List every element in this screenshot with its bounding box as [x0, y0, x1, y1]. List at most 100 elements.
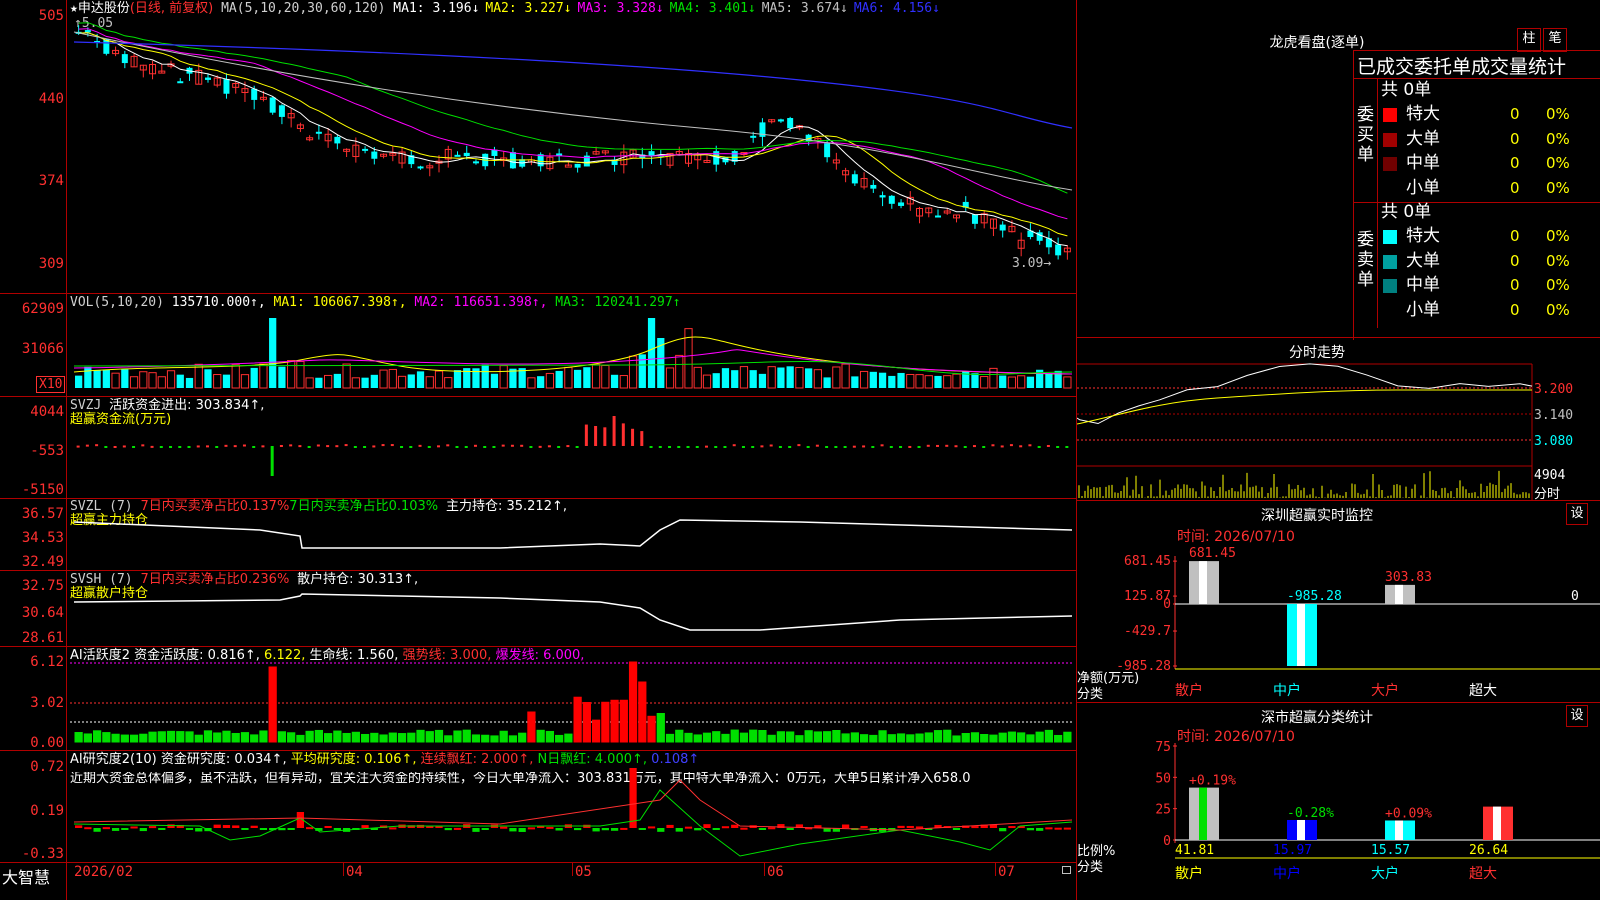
candle-body — [935, 215, 942, 218]
candle-body — [177, 81, 184, 84]
activity-bar — [841, 733, 850, 743]
volume-bar — [758, 373, 767, 388]
activity-bar — [989, 734, 998, 743]
research-bar — [259, 828, 268, 830]
flow-bar — [889, 446, 893, 448]
volume-bar — [434, 370, 444, 389]
main-holding-line — [73, 519, 1073, 549]
research-bar — [647, 826, 656, 829]
volume-bar — [204, 369, 212, 388]
flow-bar — [945, 444, 949, 447]
value-label: 303.83 — [1385, 570, 1432, 585]
activity-bar — [379, 734, 388, 743]
activity-bar — [896, 733, 906, 743]
flow-bar — [1037, 446, 1041, 448]
activity-bar — [499, 730, 508, 743]
research-bar — [185, 828, 194, 830]
activity-bar — [250, 734, 259, 743]
order-percent: 0% — [1546, 178, 1570, 197]
volume-bar — [129, 376, 139, 389]
research-bar — [111, 828, 120, 831]
volume-bar — [453, 370, 462, 388]
flow-bar — [843, 446, 847, 448]
activity-bar — [407, 732, 416, 743]
volume-bar — [324, 374, 333, 389]
activity-bar — [111, 733, 120, 743]
order-count: 0 — [1510, 227, 1520, 245]
flow-bar — [316, 444, 320, 447]
activity-bar — [194, 734, 203, 743]
column-view-button[interactable]: 柱 — [1517, 28, 1541, 52]
flow-bar — [991, 444, 995, 447]
activity-bar — [508, 735, 518, 743]
flow-bar — [631, 428, 635, 446]
flow-bar — [594, 426, 598, 446]
activity-bar — [259, 730, 268, 743]
change-label: +0.09% — [1385, 806, 1432, 821]
volume-bar — [878, 372, 887, 388]
flow-bar — [196, 445, 200, 448]
candle-body — [371, 151, 378, 159]
flow-bar — [95, 444, 99, 447]
ratio-bar-highlight — [1493, 806, 1501, 840]
volume-bar — [564, 366, 573, 389]
intraday-panel[interactable]: 分时走势 3.200 3.140 3.080 4904 分时 — [1077, 338, 1600, 502]
research-bar — [232, 825, 240, 828]
research-bar — [786, 828, 794, 830]
activity-bar — [887, 734, 896, 743]
activity-bar — [157, 731, 166, 743]
activity-bar — [628, 661, 638, 743]
flow-bar — [104, 446, 108, 448]
category-label: 中户 — [1273, 865, 1301, 882]
flow-bar — [464, 446, 468, 448]
activity-bar — [453, 730, 462, 743]
activity-bar — [647, 715, 656, 743]
flow-bar — [224, 444, 228, 447]
tick-view-button[interactable]: 笔 — [1543, 28, 1567, 52]
research-bar — [712, 828, 720, 830]
activity-bar — [739, 732, 749, 743]
flow-bar — [169, 446, 173, 448]
y-tick: 0 — [1163, 597, 1171, 612]
volume-bar — [934, 375, 942, 388]
activity-bar — [185, 731, 194, 743]
flow-bar — [1019, 445, 1023, 448]
value-label: 26.64 — [1469, 843, 1508, 858]
volume-bar — [721, 368, 730, 388]
value-label: 681.45 — [1189, 546, 1236, 561]
net-amount-bar-highlight — [1199, 561, 1207, 604]
activity-bar — [481, 734, 490, 743]
flow-bar — [963, 446, 967, 448]
order-percent: 0% — [1546, 154, 1570, 172]
activity-bar — [490, 735, 499, 743]
candle-body — [362, 148, 369, 151]
volume-bar — [841, 363, 850, 389]
activity-bar — [850, 732, 859, 743]
volume-bar — [574, 369, 582, 388]
activity-bar — [518, 732, 527, 743]
activity-bar — [859, 734, 869, 743]
candle-body — [269, 97, 276, 113]
flow-bar — [363, 446, 367, 448]
activity-bar — [222, 730, 231, 743]
activity-bar — [933, 730, 943, 743]
research-bar — [841, 824, 850, 828]
flow-bar — [178, 446, 182, 448]
research-line — [73, 779, 1073, 831]
ma-line — [78, 22, 1068, 194]
activity-bar — [1026, 734, 1035, 743]
volume-bar — [583, 367, 591, 388]
research-bar — [222, 825, 231, 828]
volume-bar — [915, 374, 924, 389]
research-bar — [1036, 828, 1044, 831]
research-bar — [509, 828, 517, 832]
flow-bar — [446, 444, 450, 447]
flow-bar — [769, 444, 773, 447]
research-bar — [1008, 826, 1016, 829]
y-tick: 50 — [1155, 771, 1171, 786]
volume-bar — [222, 374, 231, 388]
order-size-label: 大单 — [1406, 250, 1440, 271]
y-tick: 681.45 — [1124, 554, 1171, 569]
kline-chart[interactable] — [0, 0, 1076, 900]
activity-bar — [601, 701, 610, 743]
